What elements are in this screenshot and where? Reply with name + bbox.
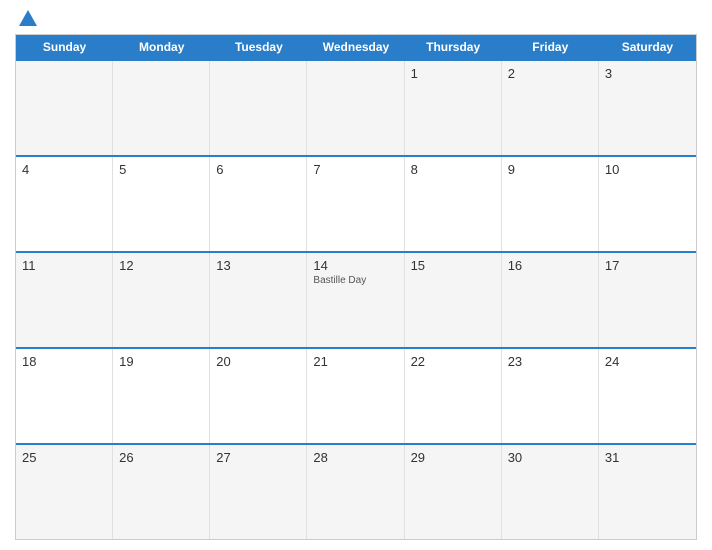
week-row-2: 456789 10 — [16, 155, 696, 251]
logo-triangle-icon — [19, 10, 37, 26]
day-header-tuesday: Tuesday — [210, 35, 307, 59]
day-cell-31: 31 — [599, 445, 696, 539]
day-number: 10 — [605, 162, 690, 177]
day-cell-23: 23 — [502, 349, 599, 443]
day-cell-16: 16 — [502, 253, 599, 347]
day-cell-1: 1 — [405, 61, 502, 155]
day-number: 9 — [508, 162, 592, 177]
day-number: 4 — [22, 162, 106, 177]
day-cell-9: 9 — [502, 157, 599, 251]
week-row-3: 11 12 13 14 Bastille Day 15 16 17 — [16, 251, 696, 347]
day-cell-3: 3 — [599, 61, 696, 155]
day-cell-2: 2 — [502, 61, 599, 155]
day-cell-13: 13 — [210, 253, 307, 347]
day-header-sunday: Sunday — [16, 35, 113, 59]
day-cell-20: 20 — [210, 349, 307, 443]
day-cell-12: 12 — [113, 253, 210, 347]
day-number: 5 — [119, 162, 203, 177]
day-header-friday: Friday — [502, 35, 599, 59]
day-number: 28 — [313, 450, 397, 465]
day-number: 11 — [22, 258, 106, 273]
day-cell-15: 15 — [405, 253, 502, 347]
day-number: 24 — [605, 354, 690, 369]
day-number: 25 — [22, 450, 106, 465]
day-number: 19 — [119, 354, 203, 369]
day-header-wednesday: Wednesday — [307, 35, 404, 59]
day-number: 31 — [605, 450, 690, 465]
weeks-container: 1234567891011121314Bastille Day151617181… — [16, 59, 696, 539]
day-cell-4: 4 — [16, 157, 113, 251]
day-cell-6: 6 — [210, 157, 307, 251]
empty-day-cell — [113, 61, 210, 155]
day-cell-22: 22 — [405, 349, 502, 443]
empty-day-cell — [307, 61, 404, 155]
day-cell-29: 29 — [405, 445, 502, 539]
day-cell-18: 18 — [16, 349, 113, 443]
day-number: 15 — [411, 258, 495, 273]
day-header-thursday: Thursday — [405, 35, 502, 59]
day-number: 1 — [411, 66, 495, 81]
day-number: 8 — [411, 162, 495, 177]
day-cell-25: 25 — [16, 445, 113, 539]
day-number: 2 — [508, 66, 592, 81]
day-cell-19: 19 — [113, 349, 210, 443]
day-number: 18 — [22, 354, 106, 369]
day-number: 20 — [216, 354, 300, 369]
day-headers-row: SundayMondayTuesdayWednesdayThursdayFrid… — [16, 35, 696, 59]
day-number: 22 — [411, 354, 495, 369]
day-number: 16 — [508, 258, 592, 273]
day-cell-10: 10 — [599, 157, 696, 251]
calendar-header — [15, 10, 697, 26]
day-cell-5: 5 — [113, 157, 210, 251]
logo — [15, 10, 40, 26]
day-cell-28: 28 — [307, 445, 404, 539]
day-number: 23 — [508, 354, 592, 369]
calendar-grid: SundayMondayTuesdayWednesdayThursdayFrid… — [15, 34, 697, 540]
week-row-1: 123 — [16, 59, 696, 155]
day-number: 3 — [605, 66, 690, 81]
day-number: 13 — [216, 258, 300, 273]
calendar-container: SundayMondayTuesdayWednesdayThursdayFrid… — [0, 0, 712, 550]
day-number: 29 — [411, 450, 495, 465]
day-number: 21 — [313, 354, 397, 369]
empty-day-cell — [16, 61, 113, 155]
day-cell-30: 30 — [502, 445, 599, 539]
week-row-4: 18 19 20 21 22 23 24 — [16, 347, 696, 443]
day-cell-24: 24 — [599, 349, 696, 443]
empty-day-cell — [210, 61, 307, 155]
day-number: 12 — [119, 258, 203, 273]
day-header-monday: Monday — [113, 35, 210, 59]
day-number: 30 — [508, 450, 592, 465]
day-cell-8: 8 — [405, 157, 502, 251]
day-cell-7: 7 — [307, 157, 404, 251]
day-cell-17: 17 — [599, 253, 696, 347]
day-number: 7 — [313, 162, 397, 177]
week-row-5: 25 26 27 28 29 30 31 — [16, 443, 696, 539]
day-cell-14: 14 Bastille Day — [307, 253, 404, 347]
day-cell-27: 27 — [210, 445, 307, 539]
day-number: 17 — [605, 258, 690, 273]
day-number: 26 — [119, 450, 203, 465]
event-label: Bastille Day — [313, 275, 397, 286]
day-cell-26: 26 — [113, 445, 210, 539]
day-number: 6 — [216, 162, 300, 177]
day-header-saturday: Saturday — [599, 35, 696, 59]
day-cell-21: 21 — [307, 349, 404, 443]
day-number: 27 — [216, 450, 300, 465]
day-cell-11: 11 — [16, 253, 113, 347]
day-number: 14 — [313, 258, 397, 273]
